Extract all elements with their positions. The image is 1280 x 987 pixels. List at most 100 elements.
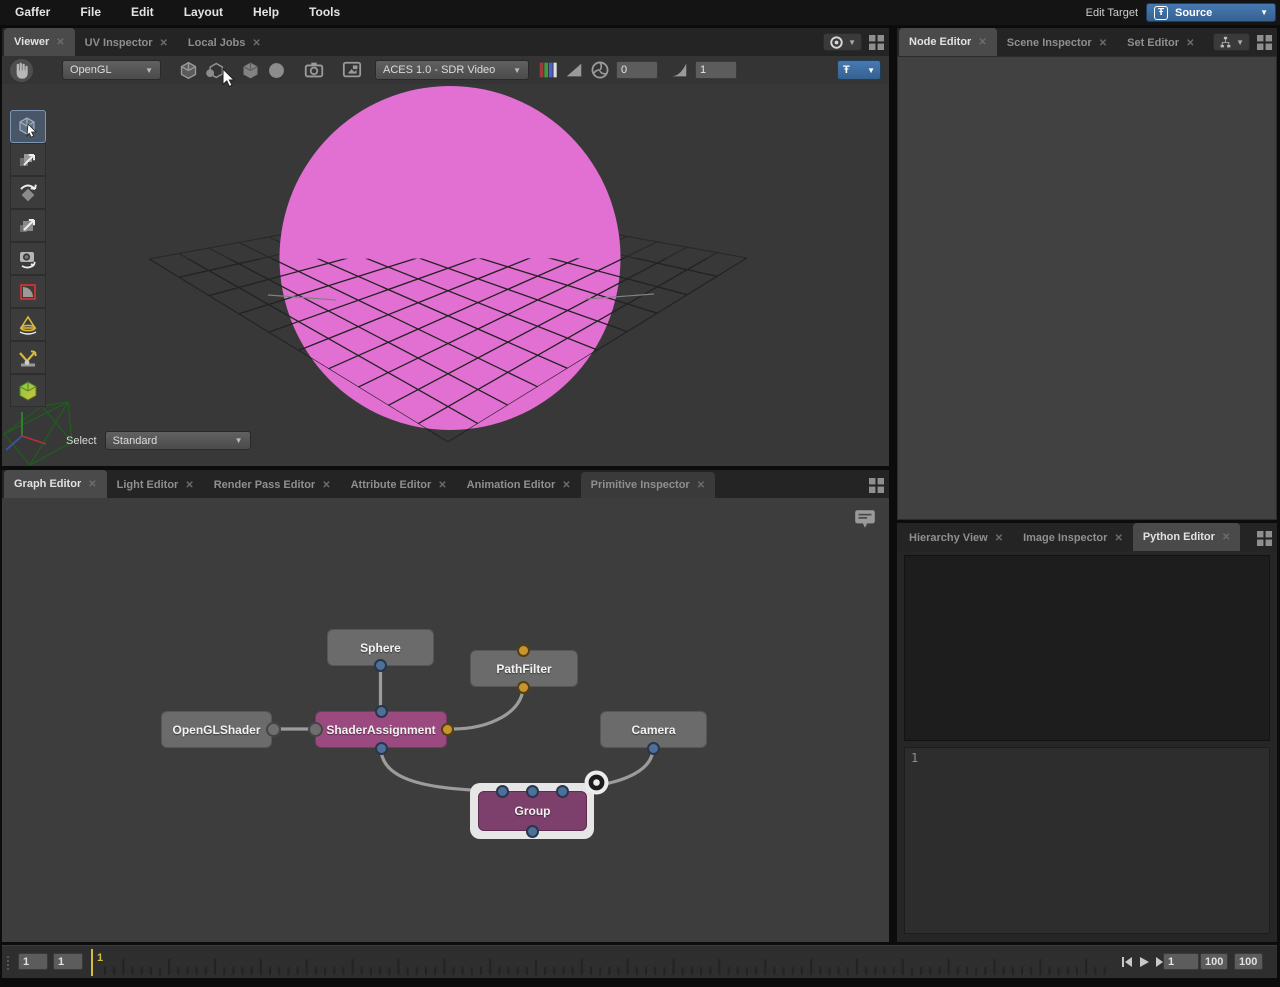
python-input-area[interactable]: 1 (904, 747, 1270, 934)
layout-grid-icon[interactable] (1257, 35, 1272, 50)
plug-group-in2[interactable] (556, 785, 569, 798)
pause-hand-button[interactable] (8, 58, 34, 82)
close-icon[interactable]: ✕ (1222, 532, 1230, 543)
tab-python-editor[interactable]: Python Editor ✕ (1133, 523, 1241, 551)
gamma-field[interactable] (695, 61, 737, 79)
close-icon[interactable]: ✕ (1114, 533, 1122, 544)
tab-primitive-inspector[interactable]: Primitive Inspector ✕ (581, 472, 715, 498)
close-icon[interactable]: ✕ (88, 479, 96, 490)
rotate-tool-button[interactable] (10, 176, 46, 209)
tab-graph-editor[interactable]: Graph Editor ✕ (4, 470, 107, 498)
plug-sphere-out[interactable] (374, 659, 387, 672)
plug-openglshader-out[interactable] (266, 722, 281, 737)
menu-tools[interactable]: Tools (294, 0, 355, 25)
tab-node-editor[interactable]: Node Editor ✕ (899, 28, 997, 56)
close-icon[interactable]: ✕ (1099, 38, 1107, 49)
plug-pathfilter-out[interactable] (517, 681, 530, 694)
current-frame-marker[interactable] (91, 949, 93, 976)
close-icon[interactable]: ✕ (160, 38, 168, 49)
skip-to-start-icon[interactable] (1120, 955, 1134, 969)
frame-end-field[interactable]: 100 (1234, 953, 1263, 970)
translate-tool-button[interactable] (10, 143, 46, 176)
menu-help[interactable]: Help (238, 0, 294, 25)
camera-tool-button[interactable] (10, 242, 46, 275)
renderer-dropdown[interactable]: OpenGL ▼ (62, 60, 161, 80)
tab-uv-inspector[interactable]: UV Inspector ✕ (75, 30, 178, 56)
select-tool-button[interactable] (10, 110, 46, 143)
gamma-button[interactable] (666, 58, 692, 82)
playback-start-field[interactable]: 1 (1163, 953, 1199, 970)
edit-scope-tool-button[interactable] (10, 374, 46, 407)
tab-light-editor[interactable]: Light Editor ✕ (107, 472, 204, 498)
scale-tool-button[interactable] (10, 209, 46, 242)
shaded-wireframe-button[interactable] (201, 58, 227, 82)
close-icon[interactable]: ✕ (56, 37, 64, 48)
light-position-tool-button[interactable] (10, 341, 46, 374)
light-tool-button[interactable] (10, 308, 46, 341)
plug-shaderassignment-out[interactable] (375, 742, 388, 755)
python-output-area[interactable] (904, 555, 1270, 741)
hand-icon (9, 58, 34, 83)
tab-render-pass-editor[interactable]: Render Pass Editor ✕ (204, 472, 341, 498)
close-icon[interactable]: ✕ (1186, 38, 1194, 49)
tab-local-jobs[interactable]: Local Jobs ✕ (178, 30, 271, 56)
node-graph[interactable]: Sphere PathFilter OpenGLShader ShaderAss… (2, 498, 889, 942)
plug-group-in1[interactable] (526, 785, 539, 798)
sphere-shading-button[interactable] (263, 58, 289, 82)
tab-attribute-editor[interactable]: Attribute Editor ✕ (341, 472, 457, 498)
plug-group-out[interactable] (526, 825, 539, 838)
layout-grid-icon[interactable] (1257, 531, 1272, 546)
focus-ring-icon[interactable] (583, 769, 610, 796)
close-icon[interactable]: ✕ (995, 533, 1003, 544)
plug-shaderassignment-filter[interactable] (441, 723, 454, 736)
plug-pathfilter-in[interactable] (517, 644, 530, 657)
menu-edit[interactable]: Edit (116, 0, 169, 25)
channels-button[interactable] (535, 58, 561, 82)
exposure-field[interactable] (616, 61, 658, 79)
viewport-3d[interactable]: Select Standard ▼ (2, 84, 889, 466)
play-icon[interactable] (1137, 955, 1151, 969)
clipping-button[interactable] (561, 58, 587, 82)
sphere-object[interactable] (280, 86, 621, 430)
close-icon[interactable]: ✕ (978, 37, 986, 48)
menu-layout[interactable]: Layout (169, 0, 238, 25)
menu-gaffer[interactable]: Gaffer (0, 0, 65, 25)
frame-current-field[interactable]: 1 (53, 953, 83, 970)
close-icon[interactable]: ✕ (252, 38, 260, 49)
image-display-button[interactable] (339, 58, 365, 82)
camera-settings-button[interactable] (301, 58, 327, 82)
plug-camera-out[interactable] (647, 742, 660, 755)
menu-file[interactable]: File (65, 0, 116, 25)
crop-window-tool-button[interactable] (10, 275, 46, 308)
close-icon[interactable]: ✕ (438, 480, 446, 491)
close-icon[interactable]: ✕ (562, 480, 570, 491)
plug-shaderassignment-shader[interactable] (308, 722, 323, 737)
frame-start-field[interactable]: 1 (18, 953, 48, 970)
tab-animation-editor[interactable]: Animation Editor ✕ (457, 472, 581, 498)
layout-grid-icon[interactable] (869, 478, 884, 493)
camera-menu-dropdown[interactable]: Ŧ ▼ (837, 60, 881, 80)
plug-shaderassignment-in[interactable] (375, 705, 388, 718)
edit-target-dropdown[interactable]: Ŧ Source ▼ (1146, 3, 1276, 22)
tab-scene-inspector[interactable]: Scene Inspector ✕ (997, 30, 1117, 56)
solid-shading-button[interactable] (237, 58, 263, 82)
close-icon[interactable]: ✕ (322, 480, 330, 491)
close-icon[interactable]: ✕ (697, 480, 705, 491)
tab-hierarchy-view[interactable]: Hierarchy View ✕ (899, 525, 1013, 551)
tab-viewer[interactable]: Viewer ✕ (4, 28, 75, 56)
wireframe-shading-button[interactable] (175, 58, 201, 82)
close-icon[interactable]: ✕ (185, 480, 193, 491)
select-mode-dropdown[interactable]: Standard ▼ (105, 431, 251, 450)
tab-set-editor[interactable]: Set Editor ✕ (1117, 30, 1204, 56)
playback-end-field[interactable]: 100 (1200, 953, 1228, 970)
exposure-button[interactable] (587, 58, 613, 82)
snapshot-target-button[interactable]: ▼ (823, 33, 862, 51)
plug-group-in0[interactable] (496, 785, 509, 798)
node-openglshader[interactable]: OpenGLShader (161, 711, 272, 748)
node-tree-dropdown[interactable]: ▼ (1213, 33, 1250, 51)
timeline-ruler[interactable] (103, 946, 1117, 979)
timeline-grip[interactable] (7, 956, 11, 970)
tab-image-inspector[interactable]: Image Inspector ✕ (1013, 525, 1133, 551)
display-transform-dropdown[interactable]: ACES 1.0 - SDR Video ▼ (375, 60, 529, 80)
layout-grid-icon[interactable] (869, 35, 884, 50)
